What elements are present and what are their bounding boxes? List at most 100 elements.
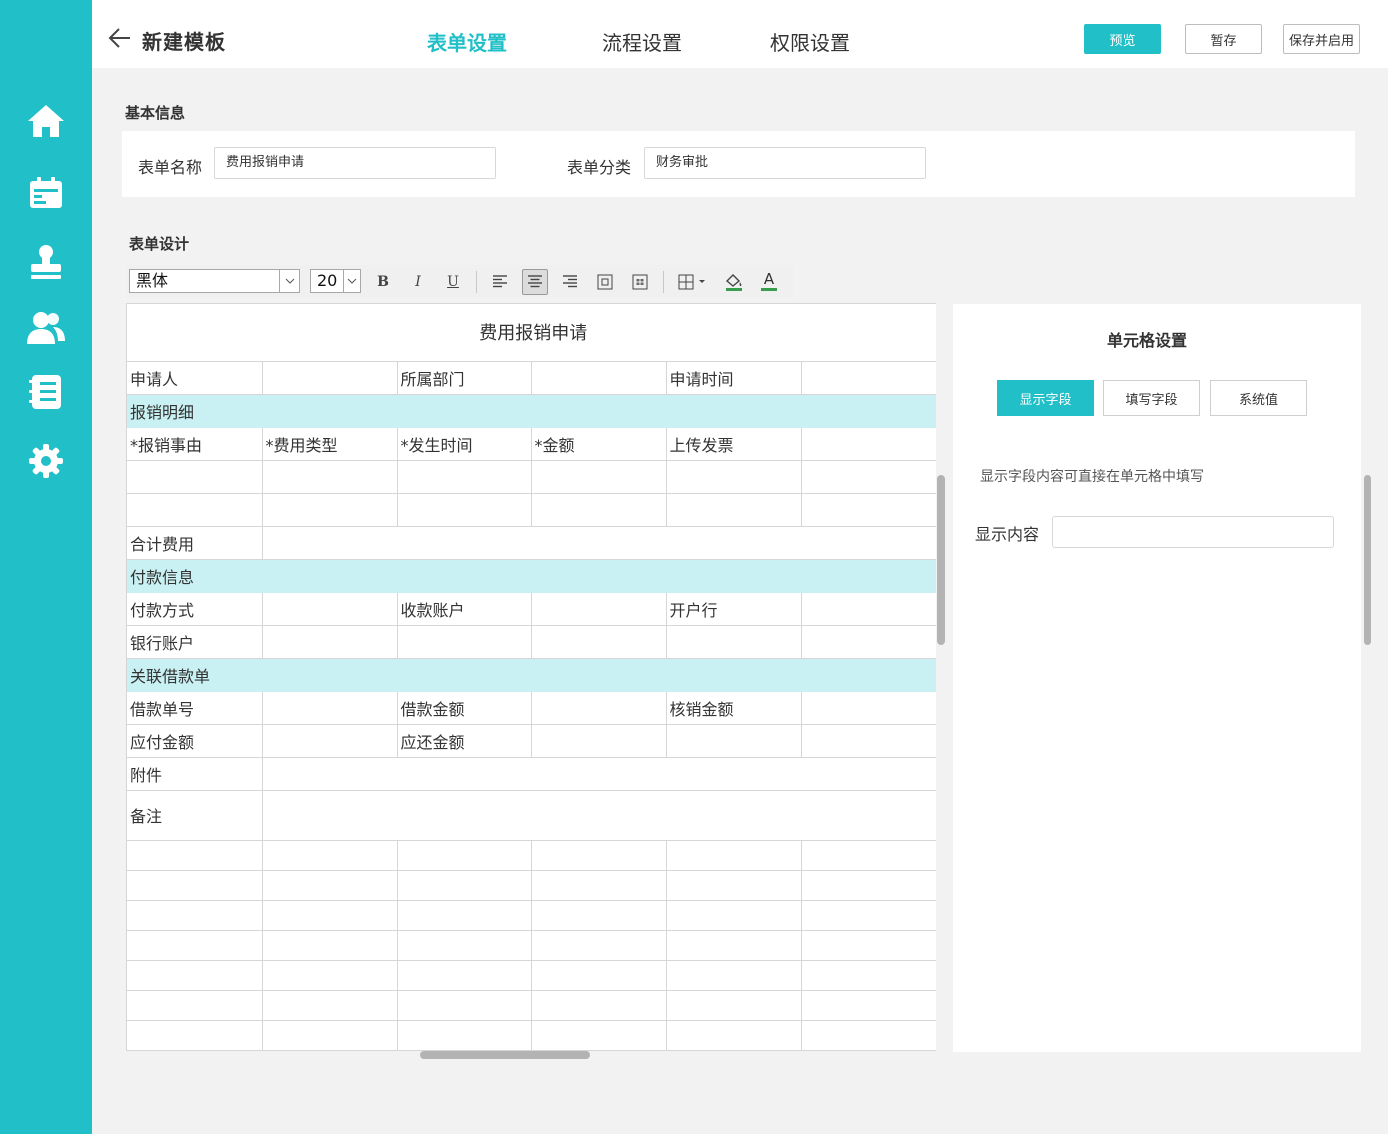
calendar-icon[interactable] [26,173,66,213]
table-cell[interactable] [261,959,398,991]
table-cell[interactable] [800,426,936,461]
table-cell[interactable] [800,989,936,1021]
tab-display-field[interactable]: 显示字段 [997,380,1094,416]
table-cell[interactable] [127,989,263,1021]
table-cell[interactable] [530,839,667,871]
table-cell[interactable]: *发生时间 [396,426,532,461]
table-cell[interactable] [800,690,936,725]
table-cell[interactable] [530,624,667,659]
table-cell[interactable]: 开户行 [665,591,802,626]
table-cell[interactable]: 银行账户 [127,624,263,659]
table-cell[interactable] [261,839,398,871]
table-cell[interactable] [127,839,263,871]
table-cell[interactable] [396,899,532,931]
table-cell[interactable] [127,1049,263,1051]
table-cell[interactable]: 付款方式 [127,591,263,626]
table-cell[interactable] [396,989,532,1021]
table-cell[interactable] [665,624,802,659]
table-cell[interactable] [261,1019,398,1051]
table-cell[interactable] [127,492,263,527]
table-cell[interactable] [530,492,667,527]
table-cell[interactable] [396,1019,532,1051]
table-cell[interactable] [261,723,398,758]
table-cell[interactable] [261,360,398,395]
table-cell[interactable]: 核销金额 [665,690,802,725]
tab-form-settings[interactable]: 表单设置 [427,27,507,56]
table-cell[interactable] [261,525,936,560]
table-cell[interactable] [665,899,802,931]
table-cell[interactable] [261,624,398,659]
form-vertical-scrollbar[interactable] [937,475,945,645]
table-cell[interactable] [800,929,936,961]
table-cell[interactable] [665,1049,802,1051]
table-cell[interactable] [530,1019,667,1051]
users-icon[interactable] [26,308,66,348]
table-cell[interactable]: 应付金额 [127,723,263,758]
table-cell[interactable] [261,989,398,1021]
table-cell[interactable] [127,1019,263,1051]
table-cell[interactable] [665,723,802,758]
table-cell[interactable]: 所属部门 [396,360,532,395]
table-cell[interactable] [261,1049,398,1051]
table-cell[interactable] [127,929,263,961]
table-cell[interactable] [127,459,263,494]
table-cell[interactable] [665,929,802,961]
table-cell[interactable] [530,591,667,626]
underline-button[interactable]: U [440,269,466,295]
table-cell[interactable] [665,492,802,527]
tab-flow-settings[interactable]: 流程设置 [602,27,682,56]
table-cell[interactable] [127,899,263,931]
table-cell[interactable] [261,929,398,961]
table-cell[interactable] [665,839,802,871]
table-cell[interactable] [530,929,667,961]
gear-icon[interactable] [26,441,66,481]
table-cell[interactable] [665,869,802,901]
table-cell[interactable] [800,723,936,758]
table-cell[interactable] [261,492,398,527]
font-color-icon[interactable]: A [756,269,782,295]
italic-button[interactable]: I [405,269,431,295]
table-cell[interactable] [396,929,532,961]
table-cell[interactable] [800,959,936,991]
table-cell[interactable]: *报销事由 [127,426,263,461]
table-cell[interactable] [530,459,667,494]
table-cell[interactable] [261,789,936,841]
table-cell[interactable] [261,869,398,901]
section-row-detail[interactable]: 报销明细 [127,393,936,428]
table-cell[interactable] [396,624,532,659]
align-left-icon[interactable] [487,269,513,295]
table-cell[interactable] [261,690,398,725]
tab-permission-settings[interactable]: 权限设置 [770,27,850,56]
table-cell[interactable]: 申请时间 [665,360,802,395]
form-category-input[interactable]: 财务审批 [644,147,926,179]
table-cell[interactable] [800,591,936,626]
table-cell[interactable] [261,591,398,626]
stamp-icon[interactable] [26,242,66,282]
list-icon[interactable] [26,372,66,412]
table-cell[interactable] [665,1019,802,1051]
table-cell[interactable] [530,989,667,1021]
home-icon[interactable] [26,101,66,141]
draft-button[interactable]: 暂存 [1185,24,1262,54]
split-cells-icon[interactable] [627,269,653,295]
align-right-icon[interactable] [557,269,583,295]
table-cell[interactable] [800,360,936,395]
table-cell[interactable]: 借款金额 [396,690,532,725]
table-cell[interactable] [665,959,802,991]
table-cell[interactable]: 上传发票 [665,426,802,461]
table-cell[interactable] [530,899,667,931]
section-row-loan[interactable]: 关联借款单 [127,657,936,692]
table-cell[interactable] [800,869,936,901]
table-cell[interactable] [800,459,936,494]
table-cell[interactable] [396,869,532,901]
back-arrow-icon[interactable] [108,26,132,52]
save-enable-button[interactable]: 保存并启用 [1283,24,1360,54]
table-cell[interactable]: 附件 [127,756,263,791]
table-cell[interactable] [127,869,263,901]
align-center-icon[interactable] [522,269,548,295]
table-cell[interactable] [261,459,398,494]
table-cell[interactable] [800,1019,936,1051]
form-design-canvas[interactable]: 费用报销申请 申请人 所属部门 申请时间 报销明细 *报销事由 *费用类型 *发… [126,303,936,1051]
form-horizontal-scrollbar[interactable] [420,1051,590,1059]
table-cell[interactable] [800,1049,936,1051]
